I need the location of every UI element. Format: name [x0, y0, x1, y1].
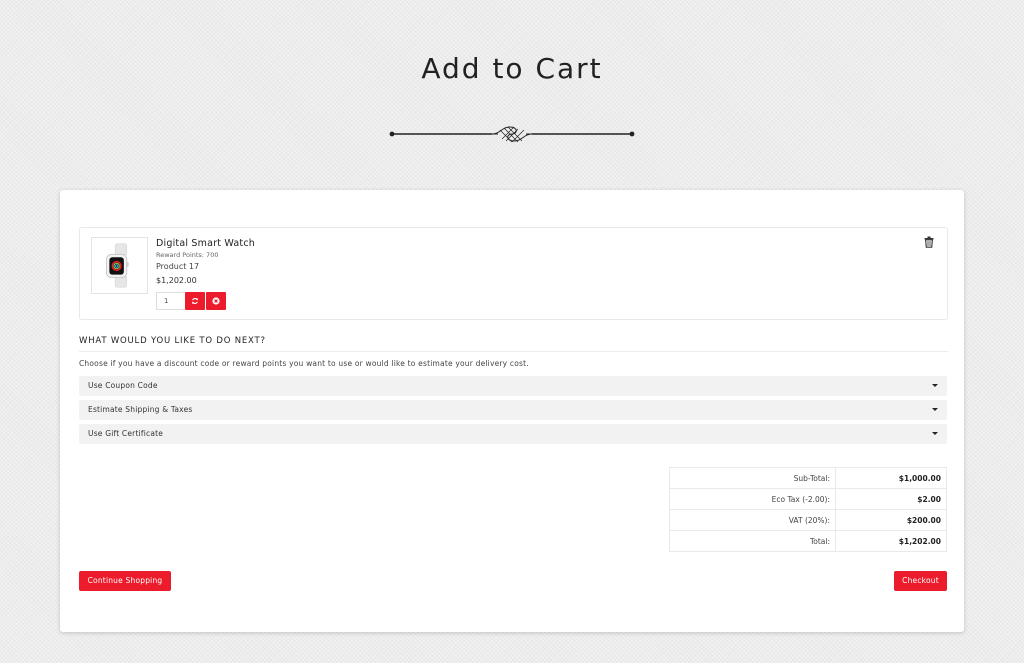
caret-down-icon [932, 432, 938, 435]
product-price: $1,202.00 [156, 276, 197, 285]
totals-value: $1,202.00 [835, 530, 947, 552]
gift-certificate-accordion[interactable]: Use Gift Certificate [79, 424, 947, 444]
cart-item: Digital Smart Watch Reward Points: 700 P… [79, 227, 948, 320]
update-quantity-button[interactable] [185, 292, 205, 310]
estimate-shipping-accordion[interactable]: Estimate Shipping & Taxes [79, 400, 947, 420]
title-ornament [389, 126, 635, 143]
smartwatch-image [105, 243, 129, 288]
checkout-button[interactable]: Checkout [894, 571, 947, 591]
continue-shopping-button[interactable]: Continue Shopping [79, 571, 171, 591]
coupon-code-accordion[interactable]: Use Coupon Code [79, 376, 947, 396]
totals-label: Sub-Total: [669, 467, 836, 489]
caret-down-icon [932, 384, 938, 387]
page-title: Add to Cart [421, 52, 603, 85]
product-image[interactable] [91, 237, 148, 294]
table-row: VAT (20%): $200.00 [669, 509, 947, 531]
product-model: Product 17 [156, 262, 200, 271]
next-steps-description: Choose if you have a discount code or re… [79, 359, 529, 368]
quantity-input[interactable]: 1 [156, 292, 185, 310]
totals-label: VAT (20%): [669, 509, 836, 531]
cart-panel: Digital Smart Watch Reward Points: 700 P… [60, 190, 964, 632]
totals-value: $2.00 [835, 488, 947, 510]
totals-value: $200.00 [835, 509, 947, 531]
table-row: Sub-Total: $1,000.00 [669, 467, 947, 489]
product-name-link[interactable]: Digital Smart Watch [156, 238, 255, 249]
totals-label: Eco Tax (-2.00): [669, 488, 836, 510]
table-row: Eco Tax (-2.00): $2.00 [669, 488, 947, 510]
divider [79, 351, 948, 352]
reward-points: Reward Points: 700 [156, 251, 219, 259]
table-row: Total: $1,202.00 [669, 530, 947, 552]
totals-label: Total: [669, 530, 836, 552]
totals-table: Sub-Total: $1,000.00 Eco Tax (-2.00): $2… [669, 467, 947, 552]
trash-icon[interactable] [923, 236, 935, 248]
accordion-label: Use Gift Certificate [88, 429, 164, 438]
remove-item-button[interactable] [206, 292, 226, 310]
refresh-icon [191, 297, 199, 305]
totals-value: $1,000.00 [835, 467, 947, 489]
accordion-label: Estimate Shipping & Taxes [88, 405, 193, 414]
next-steps-heading: WHAT WOULD YOU LIKE TO DO NEXT? [79, 336, 266, 346]
remove-circle-icon [212, 297, 220, 305]
caret-down-icon [932, 408, 938, 411]
accordion-label: Use Coupon Code [88, 381, 158, 390]
